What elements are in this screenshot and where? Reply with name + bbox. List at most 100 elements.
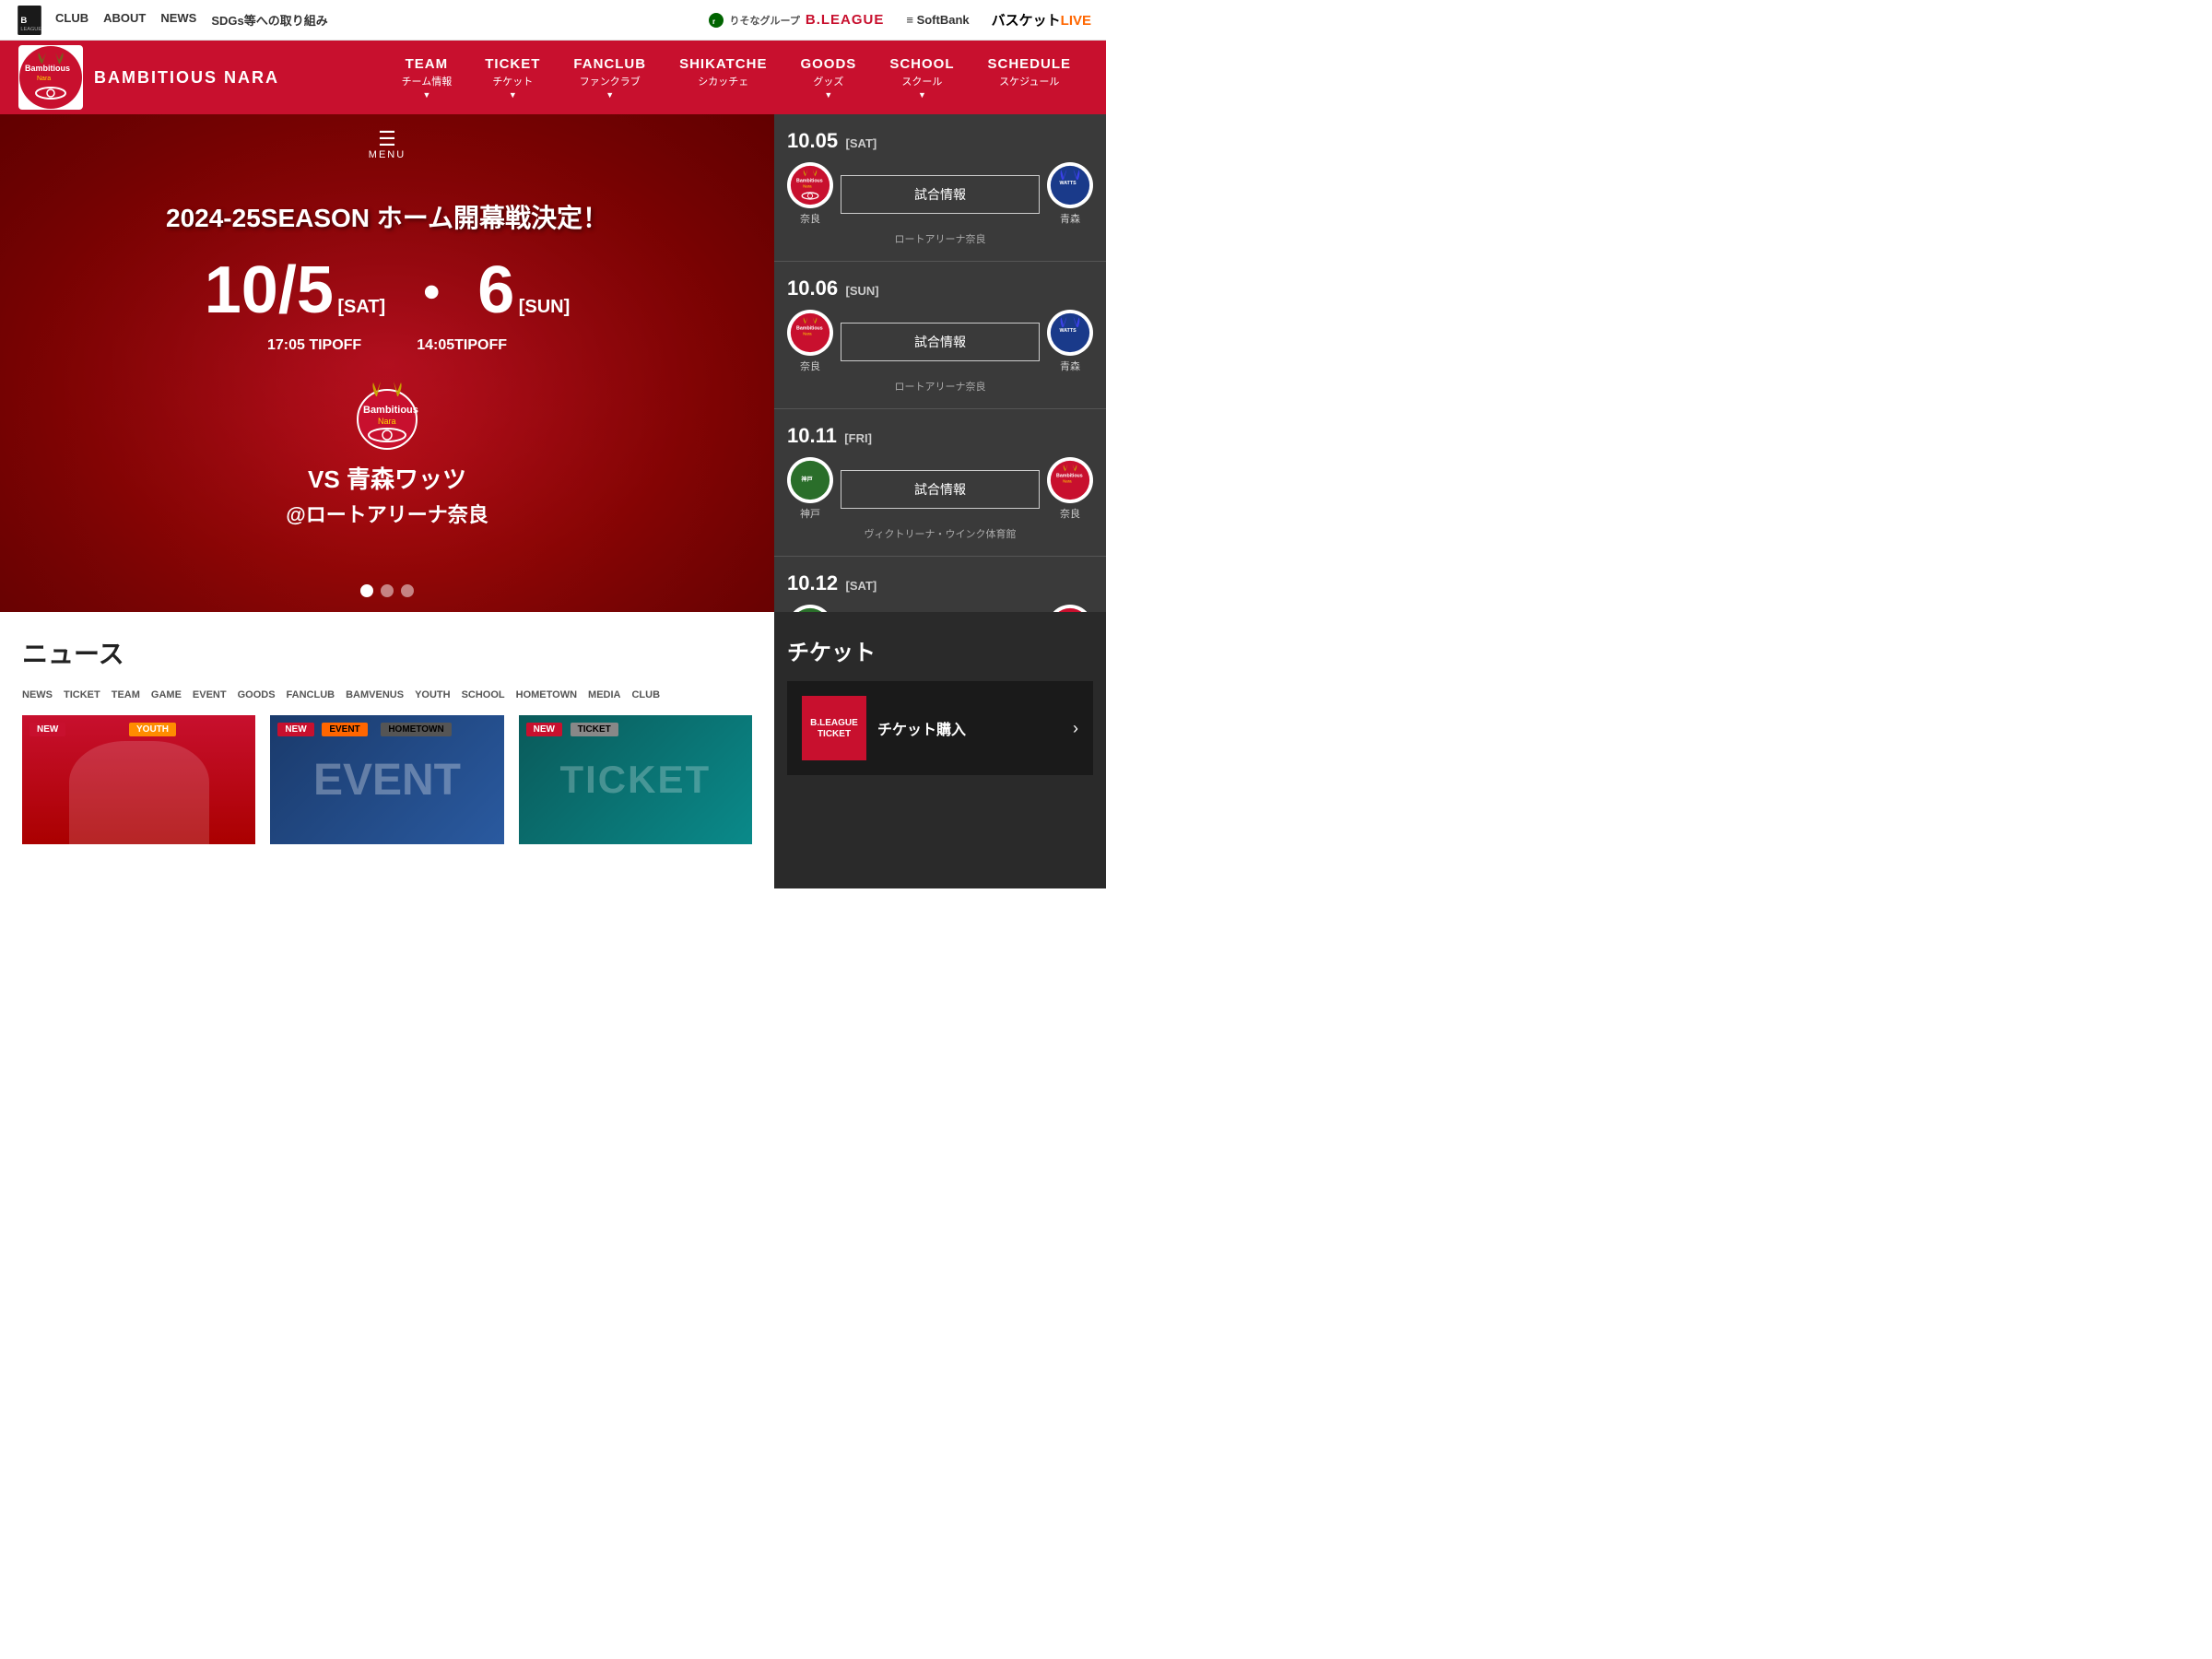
slide-dot-1[interactable] xyxy=(360,584,373,597)
badge-ticket-3: TICKET xyxy=(571,723,618,736)
filter-fanclub[interactable]: FANCLUB xyxy=(287,689,335,700)
team-name: BAMBITIOUS NARA xyxy=(94,68,279,88)
news-card-2[interactable]: EVENT NEW EVENT HOMETOWN xyxy=(270,715,503,844)
nav-news[interactable]: NEWS xyxy=(160,11,196,29)
svg-text:WATTS: WATTS xyxy=(1060,328,1077,334)
svg-text:Nara: Nara xyxy=(803,184,812,189)
match-info-btn-2[interactable]: 試合情報 xyxy=(841,323,1040,361)
badge-new-1: NEW xyxy=(29,723,65,736)
hero-team-area: Bambitious Nara xyxy=(166,369,608,452)
filter-media[interactable]: MEDIA xyxy=(588,689,620,700)
slide-dot-2[interactable] xyxy=(381,584,394,597)
news-main: ニュース NEWS TICKET TEAM GAME EVENT GOODS F… xyxy=(0,612,774,888)
news-cards: NEW YOUTH EVENT NEW EVENT HOMETOWN xyxy=(22,715,752,844)
filter-team[interactable]: TEAM xyxy=(112,689,140,700)
match-date-4: 10.12 [SAT] xyxy=(787,571,1093,595)
slide-indicators xyxy=(360,584,414,597)
match-venue-3: ヴィクトリーナ・ウインク体育館 xyxy=(787,526,1093,541)
schedule-item-2: 10.06 [SUN] Bambitious Nara 奈良 xyxy=(774,262,1106,409)
svg-text:B: B xyxy=(20,16,27,26)
hero-dates: 10/5 [SAT] ・ 6 [SUN] xyxy=(166,250,608,330)
svg-text:LEAGUE: LEAGUE xyxy=(20,27,41,32)
date-separator: ・ xyxy=(404,250,459,330)
svg-text:神戸: 神戸 xyxy=(801,476,812,483)
ticket-purchase-label[interactable]: チケット購入 xyxy=(877,717,966,739)
nav-school[interactable]: SCHOOL スクール ▼ xyxy=(873,56,971,100)
hero-tipoff-times: 17:05 TIPOFF 14:05TIPOFF xyxy=(166,337,608,354)
hero-content: 2024-25SEASON ホーム開幕戦決定！ 10/5 [SAT] ・ 6 [… xyxy=(166,198,608,528)
nav-team[interactable]: TEAM チーム情報 ▼ xyxy=(385,56,469,100)
nav-sdgs[interactable]: SDGs等への取り組み xyxy=(211,11,327,29)
hero-venue-text: @ロートアリーナ奈良 xyxy=(166,499,608,528)
svg-text:Nara: Nara xyxy=(1063,479,1072,484)
home-team-logo-2: Bambitious Nara xyxy=(787,310,833,356)
hero-title: 2024-25SEASON ホーム開幕戦決定！ xyxy=(166,198,608,235)
svg-text:r: r xyxy=(712,18,715,26)
filter-hometown[interactable]: HOMETOWN xyxy=(516,689,577,700)
match-date-1: 10.05 [SAT] xyxy=(787,129,1093,153)
filter-school[interactable]: SCHOOL xyxy=(462,689,505,700)
badge-new-3: NEW xyxy=(526,723,562,736)
away-team-logo-2: WATTS xyxy=(1047,310,1093,356)
bleague-ticket-logo-area: B.LEAGUE TICKET xyxy=(802,696,866,760)
resona-bleague-sponsor: r りそなグループ B.LEAGUE xyxy=(708,12,885,29)
badge-hometown-2: HOMETOWN xyxy=(381,723,451,736)
news-card-1[interactable]: NEW YOUTH xyxy=(22,715,255,844)
news-card-img-3: TICKET NEW TICKET xyxy=(519,715,752,844)
nav-ticket[interactable]: TICKET チケット ▼ xyxy=(468,56,557,100)
news-card-img-2: EVENT NEW EVENT HOMETOWN xyxy=(270,715,503,844)
match-info-btn-3[interactable]: 試合情報 xyxy=(841,470,1040,509)
filter-game[interactable]: GAME xyxy=(151,689,182,700)
bleague-logo-line2: TICKET xyxy=(818,729,851,739)
ticket-sidebar: チケット B.LEAGUE TICKET チケット購入 › xyxy=(774,612,1106,888)
top-bar-sponsors: r りそなグループ B.LEAGUE ≡ SoftBank バスケットLIVE xyxy=(708,10,1091,29)
tipoff-2: 14:05TIPOFF xyxy=(417,337,507,354)
svg-text:Bambitious: Bambitious xyxy=(363,405,418,416)
tipoff-1: 17:05 TIPOFF xyxy=(267,337,361,354)
away-team-4: Bambitious Nara 奈良 xyxy=(1047,605,1093,612)
bleague-logo-line1: B.LEAGUE xyxy=(810,718,858,729)
schedule-item-3: 10.11 [FRI] 神戸 神戸 試合情報 xyxy=(774,409,1106,557)
hero-date-1: 10/5 [SAT] xyxy=(205,257,385,324)
nav-goods[interactable]: GOODS グッズ ▼ xyxy=(783,56,873,100)
match-row-4: 神戸 神戸 試合情報 Bambitious Nara xyxy=(787,605,1093,612)
filter-bamvenus[interactable]: BAMVENUS xyxy=(346,689,404,700)
slide-dot-3[interactable] xyxy=(401,584,414,597)
news-card-3[interactable]: TICKET NEW TICKET xyxy=(519,715,752,844)
home-team-name-1: 奈良 xyxy=(787,211,833,226)
nav-about[interactable]: ABOUT xyxy=(103,11,146,29)
bambitious-hero-logo: Bambitious Nara xyxy=(332,369,442,452)
match-info-btn-1[interactable]: 試合情報 xyxy=(841,175,1040,214)
nav-shikatche[interactable]: SHIKATCHE シカッチェ xyxy=(663,56,783,100)
away-team-name-1: 青森 xyxy=(1047,211,1093,226)
svg-text:Nara: Nara xyxy=(803,332,812,336)
nav-club[interactable]: CLUB xyxy=(55,11,88,29)
badge-new-2: NEW xyxy=(277,723,313,736)
menu-button[interactable]: ☰ MENU xyxy=(369,129,406,160)
home-team-4: 神戸 神戸 xyxy=(787,605,833,612)
match-venue-1: ロートアリーナ奈良 xyxy=(787,231,1093,246)
bleague-text: B.LEAGUE xyxy=(806,12,885,28)
home-team-logo-1: Bambitious Nara xyxy=(787,162,833,208)
away-team-logo-1: WATTS xyxy=(1047,162,1093,208)
date1-number: 10/5 xyxy=(205,253,334,327)
nav-fanclub[interactable]: FANCLUB ファンクラブ ▼ xyxy=(557,56,663,100)
filter-ticket[interactable]: TICKET xyxy=(64,689,100,700)
resona-icon: r xyxy=(708,12,724,29)
news-ticket-section: ニュース NEWS TICKET TEAM GAME EVENT GOODS F… xyxy=(0,612,1106,888)
match-date-3: 10.11 [FRI] xyxy=(787,424,1093,448)
svg-text:Bambitious: Bambitious xyxy=(25,64,70,73)
match-venue-2: ロートアリーナ奈良 xyxy=(787,379,1093,394)
top-bar: B LEAGUE CLUB ABOUT NEWS SDGs等への取り組み r り… xyxy=(0,0,1106,41)
top-bar-nav: CLUB ABOUT NEWS SDGs等への取り組み xyxy=(55,11,328,29)
filter-club[interactable]: CLUB xyxy=(631,689,660,700)
filter-news[interactable]: NEWS xyxy=(22,689,53,700)
nav-schedule[interactable]: SCHEDULE スケジュール xyxy=(971,56,1088,100)
filter-event[interactable]: EVENT xyxy=(193,689,227,700)
filter-goods[interactable]: GOODS xyxy=(238,689,276,700)
date1-label: [SAT] xyxy=(337,297,385,317)
match-row-2: Bambitious Nara 奈良 試合情報 WATTS xyxy=(787,310,1093,373)
filter-youth[interactable]: YOUTH xyxy=(415,689,451,700)
ticket-purchase-card[interactable]: B.LEAGUE TICKET チケット購入 › xyxy=(787,681,1093,775)
away-team-logo-4: Bambitious Nara xyxy=(1047,605,1093,612)
